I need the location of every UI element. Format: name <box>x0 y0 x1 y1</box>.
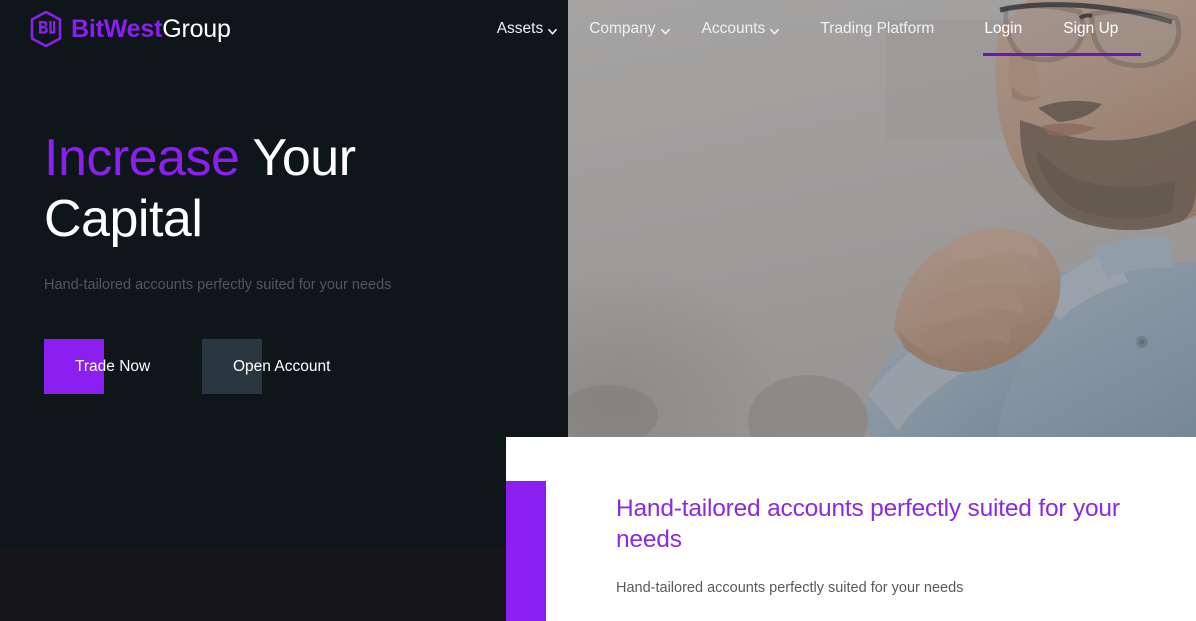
chevron-down-icon <box>548 27 558 36</box>
open-account-button[interactable]: Open Account <box>202 339 422 394</box>
brand-name-plain: Group <box>162 14 231 43</box>
nav-auth-group: Login Sign Up <box>983 0 1142 58</box>
nav-item-assets-label: Assets <box>496 20 544 37</box>
nav-item-assets[interactable]: Assets <box>497 0 558 58</box>
signup-underline <box>1063 53 1142 56</box>
landing-page: BitWestGroup Assets Company Accounts Tra… <box>0 0 1196 621</box>
top-navigation: BitWestGroup Assets Company Accounts Tra… <box>0 0 1196 58</box>
hero-photo-overlay <box>568 0 1196 437</box>
open-account-button-label: Open Account <box>233 357 331 375</box>
hero-title: Increase Your Capital <box>44 128 514 250</box>
nav-links: Assets Company Accounts Trading Platform <box>497 0 1142 58</box>
trade-now-button-label: Trade Now <box>75 357 151 375</box>
brand-logo[interactable]: BitWestGroup <box>30 0 231 58</box>
feature-panel: Hand-tailored accounts perfectly suited … <box>506 437 1196 621</box>
signup-link[interactable]: Sign Up <box>1063 0 1142 58</box>
login-label: Login <box>984 20 1023 37</box>
hero-photo <box>568 0 1196 437</box>
nav-item-trading-platform-label: Trading Platform <box>820 20 935 37</box>
feature-panel-text: Hand-tailored accounts perfectly suited … <box>616 580 964 596</box>
bitwest-hexagon-bw-logo-icon <box>30 11 62 47</box>
login-link[interactable]: Login <box>983 0 1064 58</box>
feature-panel-accent-bar <box>506 481 546 621</box>
nav-item-company-label: Company <box>589 20 656 37</box>
lower-dark-strip <box>0 548 506 621</box>
nav-item-company[interactable]: Company <box>589 0 670 58</box>
feature-panel-heading: Hand-tailored accounts perfectly suited … <box>616 495 1120 553</box>
nav-item-accounts[interactable]: Accounts <box>702 0 780 58</box>
chevron-down-icon <box>660 27 670 36</box>
nav-item-trading-platform[interactable]: Trading Platform <box>820 0 934 58</box>
login-underline <box>983 53 1064 56</box>
feature-panel-body: Hand-tailored accounts perfectly suited … <box>616 493 1180 598</box>
signup-label: Sign Up <box>1063 20 1119 37</box>
hero-subtitle: Hand-tailored accounts perfectly suited … <box>44 277 392 293</box>
chevron-down-icon <box>770 27 780 36</box>
brand-name-accent: BitWest <box>71 14 163 43</box>
brand-name: BitWestGroup <box>71 14 231 43</box>
hero-title-accent: Increase <box>44 129 240 187</box>
hero-copy: Increase Your Capital Hand-tailored acco… <box>44 128 514 295</box>
nav-item-accounts-label: Accounts <box>701 20 766 37</box>
